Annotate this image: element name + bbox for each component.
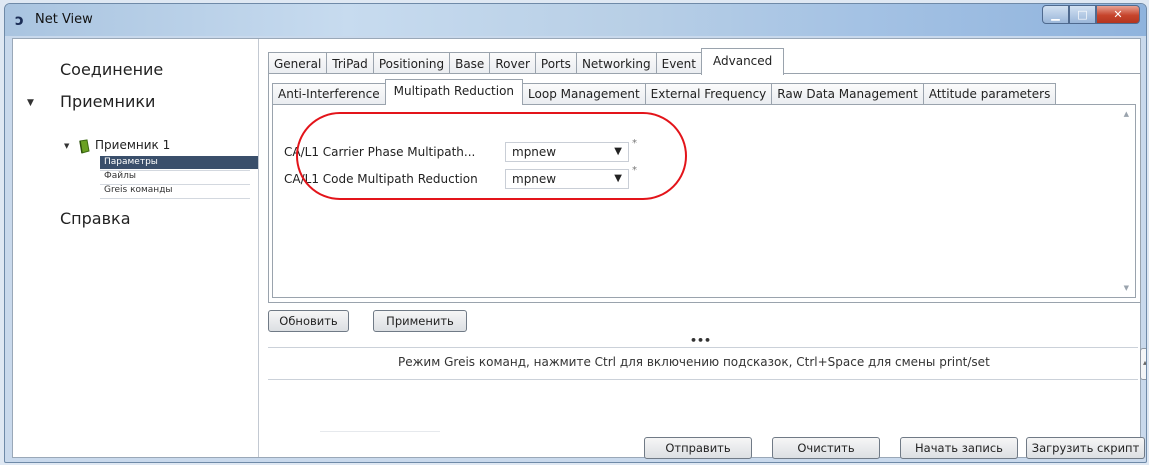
tab-positioning[interactable]: Positioning: [372, 52, 451, 75]
nav-receiver-1[interactable]: Приемник 1: [95, 138, 170, 152]
window-controls: ▁ □ ✕: [1042, 5, 1140, 24]
subtab-raw-data-management[interactable]: Raw Data Management: [771, 83, 924, 105]
maximize-button[interactable]: □: [1069, 5, 1096, 24]
client-area: Соединение ▼ Приемники ▼ Приемник 1 Пара…: [12, 38, 1146, 459]
nav-receivers[interactable]: Приемники: [60, 92, 155, 111]
divider: [320, 431, 440, 432]
load-script-button[interactable]: Загрузить скрипт: [1026, 437, 1145, 459]
tab-tripad[interactable]: TriPad: [326, 52, 374, 75]
expand-arrow-icon[interactable]: ▼: [27, 98, 34, 108]
expand-arrow-icon[interactable]: ▼: [64, 142, 69, 150]
subtab-loop-management[interactable]: Loop Management: [522, 83, 646, 105]
subtab-external-frequency[interactable]: External Frequency: [644, 83, 773, 105]
apply-button[interactable]: Применить: [373, 310, 467, 332]
content-area: General TriPad Positioning Base Rover Po…: [260, 39, 1146, 459]
title-bar[interactable]: ↄ Net View ▁ □ ✕: [5, 4, 1146, 36]
close-icon: ✕: [1113, 8, 1123, 21]
splitter-handle[interactable]: •••: [690, 334, 711, 347]
receiver-book-icon: [79, 139, 90, 154]
scroll-up-icon[interactable]: ▲: [1124, 110, 1129, 118]
start-record-button[interactable]: Начать запись: [900, 437, 1018, 459]
tab-networking[interactable]: Networking: [575, 52, 657, 75]
console-scrollbar[interactable]: ▴: [1140, 348, 1146, 380]
nav-help[interactable]: Справка: [60, 209, 131, 228]
multipath-settings-panel: ▲ ▼ CA/L1 Carrier Phase Multipath... mpn…: [272, 104, 1136, 298]
greis-console-input[interactable]: Режим Greis команд, нажмите Ctrl для вкл…: [268, 347, 1138, 380]
subtab-attitude-parameters[interactable]: Attitude parameters: [922, 83, 1057, 105]
subtab-multipath-reduction[interactable]: Multipath Reduction: [384, 79, 524, 105]
advanced-panel: Anti-Interference Multipath Reduction Lo…: [268, 73, 1141, 303]
highlight-oval: [296, 112, 687, 200]
net-view-window: ↄ Net View ▁ □ ✕ Соединение ▼ Приемники …: [4, 3, 1147, 463]
nav-greis-commands[interactable]: Greis команды: [100, 184, 258, 197]
clear-button[interactable]: Очистить: [772, 437, 880, 459]
console-hint: Режим Greis команд, нажмите Ctrl для вкл…: [398, 355, 990, 369]
app-logo-icon: ↄ: [15, 11, 24, 29]
subtab-anti-interference[interactable]: Anti-Interference: [272, 83, 386, 105]
window-title: Net View: [35, 12, 93, 27]
nav-parameters[interactable]: Параметры: [100, 156, 258, 169]
scroll-down-icon[interactable]: ▼: [1124, 284, 1129, 292]
tab-base[interactable]: Base: [449, 52, 491, 75]
tab-rover[interactable]: Rover: [489, 52, 536, 75]
tab-ports[interactable]: Ports: [534, 52, 577, 75]
refresh-button[interactable]: Обновить: [268, 310, 349, 332]
navigation-tree: Соединение ▼ Приемники ▼ Приемник 1 Пара…: [13, 39, 259, 457]
main-tabs: General TriPad Positioning Base Rover Po…: [268, 48, 785, 75]
nav-connection[interactable]: Соединение: [60, 60, 163, 79]
advanced-subtabs: Anti-Interference Multipath Reduction Lo…: [272, 79, 1057, 105]
close-button[interactable]: ✕: [1096, 5, 1140, 24]
tab-general[interactable]: General: [268, 52, 328, 75]
divider: [100, 198, 250, 199]
maximize-icon: □: [1077, 8, 1088, 21]
send-button[interactable]: Отправить: [644, 437, 752, 459]
minimize-icon: ▁: [1051, 8, 1060, 21]
tab-event[interactable]: Event: [655, 52, 702, 75]
minimize-button[interactable]: ▁: [1042, 5, 1069, 24]
nav-files[interactable]: Файлы: [100, 170, 258, 183]
tab-advanced[interactable]: Advanced: [701, 48, 785, 75]
